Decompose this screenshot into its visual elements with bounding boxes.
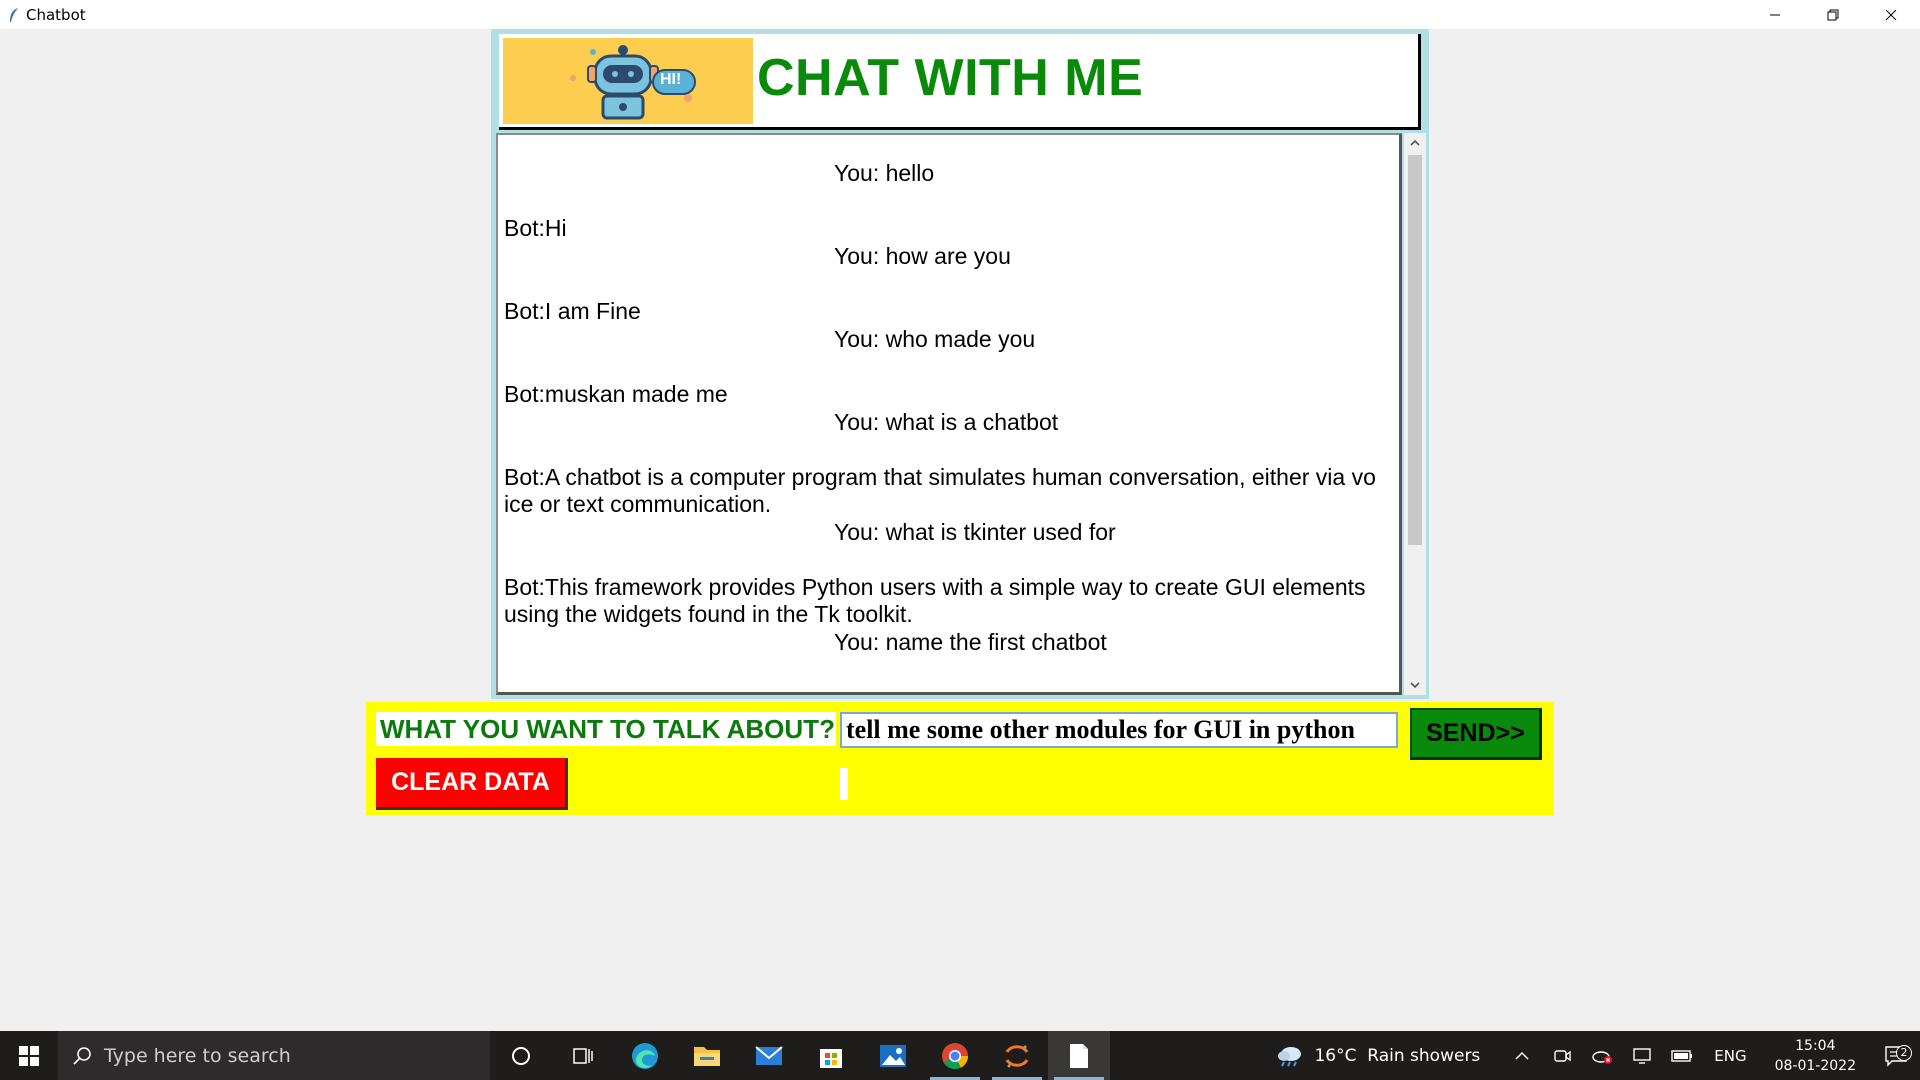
battery-icon bbox=[1671, 1049, 1693, 1062]
taskbar-jupyter[interactable] bbox=[986, 1031, 1048, 1080]
taskbar-store[interactable] bbox=[800, 1031, 862, 1080]
minimize-button[interactable] bbox=[1746, 0, 1804, 29]
display-button[interactable] bbox=[1622, 1047, 1662, 1065]
chevron-up-icon bbox=[1515, 1051, 1529, 1060]
onedrive-button[interactable] bbox=[1582, 1047, 1622, 1065]
notification-center-button[interactable]: 2 bbox=[1872, 1044, 1920, 1067]
restore-icon bbox=[1827, 9, 1839, 20]
bot-message: Bot:I am Fine bbox=[504, 298, 641, 324]
edge-icon bbox=[632, 1042, 658, 1069]
task-view-icon bbox=[573, 1047, 593, 1064]
search-icon bbox=[73, 1046, 91, 1065]
taskbar-chatbot-app[interactable] bbox=[1048, 1031, 1110, 1080]
user-message: You: what is a chatbot bbox=[834, 409, 1059, 435]
input-panel: WHAT YOU WANT TO TALK ABOUT? SEND>> CLEA… bbox=[366, 702, 1554, 815]
scroll-up-button[interactable] bbox=[1404, 133, 1426, 153]
clock-time: 15:04 bbox=[1795, 1037, 1836, 1054]
bot-message: ice or text communication. bbox=[504, 491, 772, 517]
folder-icon bbox=[694, 1046, 720, 1066]
battery-button[interactable] bbox=[1662, 1049, 1702, 1063]
user-message: You: what is tkinter used for bbox=[834, 519, 1116, 545]
send-button[interactable]: SEND>> bbox=[1410, 708, 1542, 760]
close-icon bbox=[1885, 9, 1897, 20]
feather-icon bbox=[6, 6, 22, 24]
jupyter-icon bbox=[1005, 1044, 1029, 1067]
clock-date: 08-01-2022 bbox=[1774, 1057, 1856, 1074]
taskbar: Type here to search 16°C Rain showers EN… bbox=[0, 1031, 1920, 1080]
message-input[interactable] bbox=[840, 712, 1398, 748]
chrome-icon bbox=[942, 1042, 969, 1069]
page-title: CHAT WITH ME bbox=[757, 49, 1144, 107]
scroll-thumb[interactable] bbox=[1408, 155, 1422, 545]
chat-scrollbar[interactable] bbox=[1404, 133, 1426, 695]
restore-button[interactable] bbox=[1804, 0, 1862, 29]
taskbar-photos[interactable] bbox=[862, 1031, 924, 1080]
weather-text: 16°C Rain showers bbox=[1314, 1045, 1481, 1066]
monitor-icon bbox=[1633, 1047, 1651, 1064]
prompt-label: WHAT YOU WANT TO TALK ABOUT? bbox=[376, 712, 836, 746]
robot-icon bbox=[570, 45, 696, 120]
language-indicator[interactable]: ENG bbox=[1714, 1047, 1746, 1065]
user-message: You: how are you bbox=[834, 243, 1011, 269]
chevron-up-icon bbox=[1410, 139, 1420, 146]
chat-header: HI! CHAT WITH ME bbox=[499, 34, 1421, 130]
chevron-down-icon bbox=[1410, 682, 1420, 689]
system-tray: 16°C Rain showers ENG 15:04 08-01-2022 2 bbox=[1276, 1031, 1920, 1080]
notification-badge: 2 bbox=[1896, 1044, 1912, 1061]
task-view-button[interactable] bbox=[552, 1031, 614, 1080]
mail-icon bbox=[755, 1045, 783, 1065]
bot-message: Bot:A chatbot is a computer program that… bbox=[504, 464, 1376, 490]
photos-icon bbox=[880, 1044, 906, 1067]
meet-now-button[interactable] bbox=[1542, 1047, 1582, 1065]
windows-logo-icon bbox=[19, 1045, 39, 1066]
user-message: You: hello bbox=[834, 160, 935, 186]
store-icon bbox=[820, 1048, 842, 1068]
show-hidden-icons-button[interactable] bbox=[1502, 1051, 1542, 1061]
cortana-button[interactable] bbox=[490, 1031, 552, 1080]
rain-cloud-icon bbox=[1278, 1046, 1302, 1066]
app-client-area: HI! CHAT WITH ME You: hello Bot:Hi You: ho… bbox=[0, 29, 1920, 1031]
chat-log[interactable]: You: hello Bot:Hi You: how are you Bot:I am… bbox=[496, 133, 1402, 695]
camera-icon bbox=[1554, 1049, 1571, 1062]
taskbar-file-explorer[interactable] bbox=[676, 1031, 738, 1080]
taskbar-search[interactable]: Type here to search bbox=[58, 1031, 490, 1080]
robot-logo: HI! bbox=[503, 38, 753, 124]
search-placeholder: Type here to search bbox=[104, 1044, 291, 1067]
logo-hi-text: HI! bbox=[660, 71, 682, 88]
bot-message: using the widgets found in the Tk toolki… bbox=[504, 601, 913, 627]
clock[interactable]: 15:04 08-01-2022 bbox=[1775, 1036, 1856, 1076]
minimize-icon bbox=[1770, 14, 1780, 15]
weather-widget[interactable]: 16°C Rain showers bbox=[1276, 1045, 1480, 1067]
bot-message: Bot:muskan made me bbox=[504, 381, 728, 407]
taskbar-chrome[interactable] bbox=[924, 1031, 986, 1080]
document-icon bbox=[1070, 1043, 1088, 1068]
bot-message: Bot:This framework provides Python users… bbox=[504, 574, 1366, 600]
taskbar-mail[interactable] bbox=[738, 1031, 800, 1080]
taskbar-edge[interactable] bbox=[614, 1031, 676, 1080]
user-message: You: who made you bbox=[834, 326, 1036, 352]
window-title: Chatbot bbox=[26, 5, 86, 24]
scroll-down-button[interactable] bbox=[1404, 675, 1426, 695]
cloud-error-icon bbox=[1592, 1050, 1613, 1064]
clear-data-button[interactable]: CLEAR DATA bbox=[376, 758, 568, 810]
bot-message: Bot:Hi bbox=[504, 215, 567, 241]
user-message: You: name the first chatbot bbox=[834, 629, 1107, 655]
window-titlebar: Chatbot bbox=[0, 0, 1920, 29]
close-button[interactable] bbox=[1862, 0, 1920, 29]
start-button[interactable] bbox=[0, 1031, 58, 1080]
text-cursor bbox=[840, 768, 848, 800]
cortana-icon bbox=[512, 1046, 530, 1065]
